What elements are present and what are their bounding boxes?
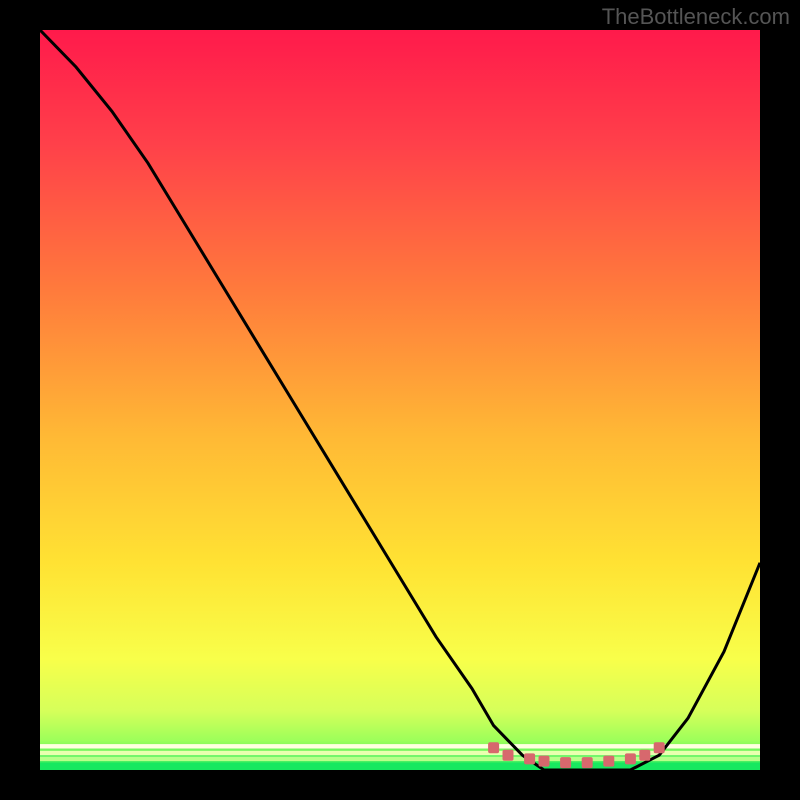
low-band <box>40 744 760 770</box>
plot-area <box>40 30 760 770</box>
gradient-bg <box>40 30 760 770</box>
chart-svg <box>40 30 760 770</box>
marker-point <box>625 753 636 764</box>
watermark-text: TheBottleneck.com <box>602 4 790 30</box>
marker-point <box>603 756 614 767</box>
marker-point <box>639 750 650 761</box>
marker-point <box>488 742 499 753</box>
marker-point <box>654 742 665 753</box>
marker-point <box>524 753 535 764</box>
marker-point <box>503 750 514 761</box>
chart-frame: TheBottleneck.com <box>0 0 800 800</box>
marker-point <box>560 757 571 768</box>
marker-point <box>582 757 593 768</box>
marker-point <box>539 756 550 767</box>
